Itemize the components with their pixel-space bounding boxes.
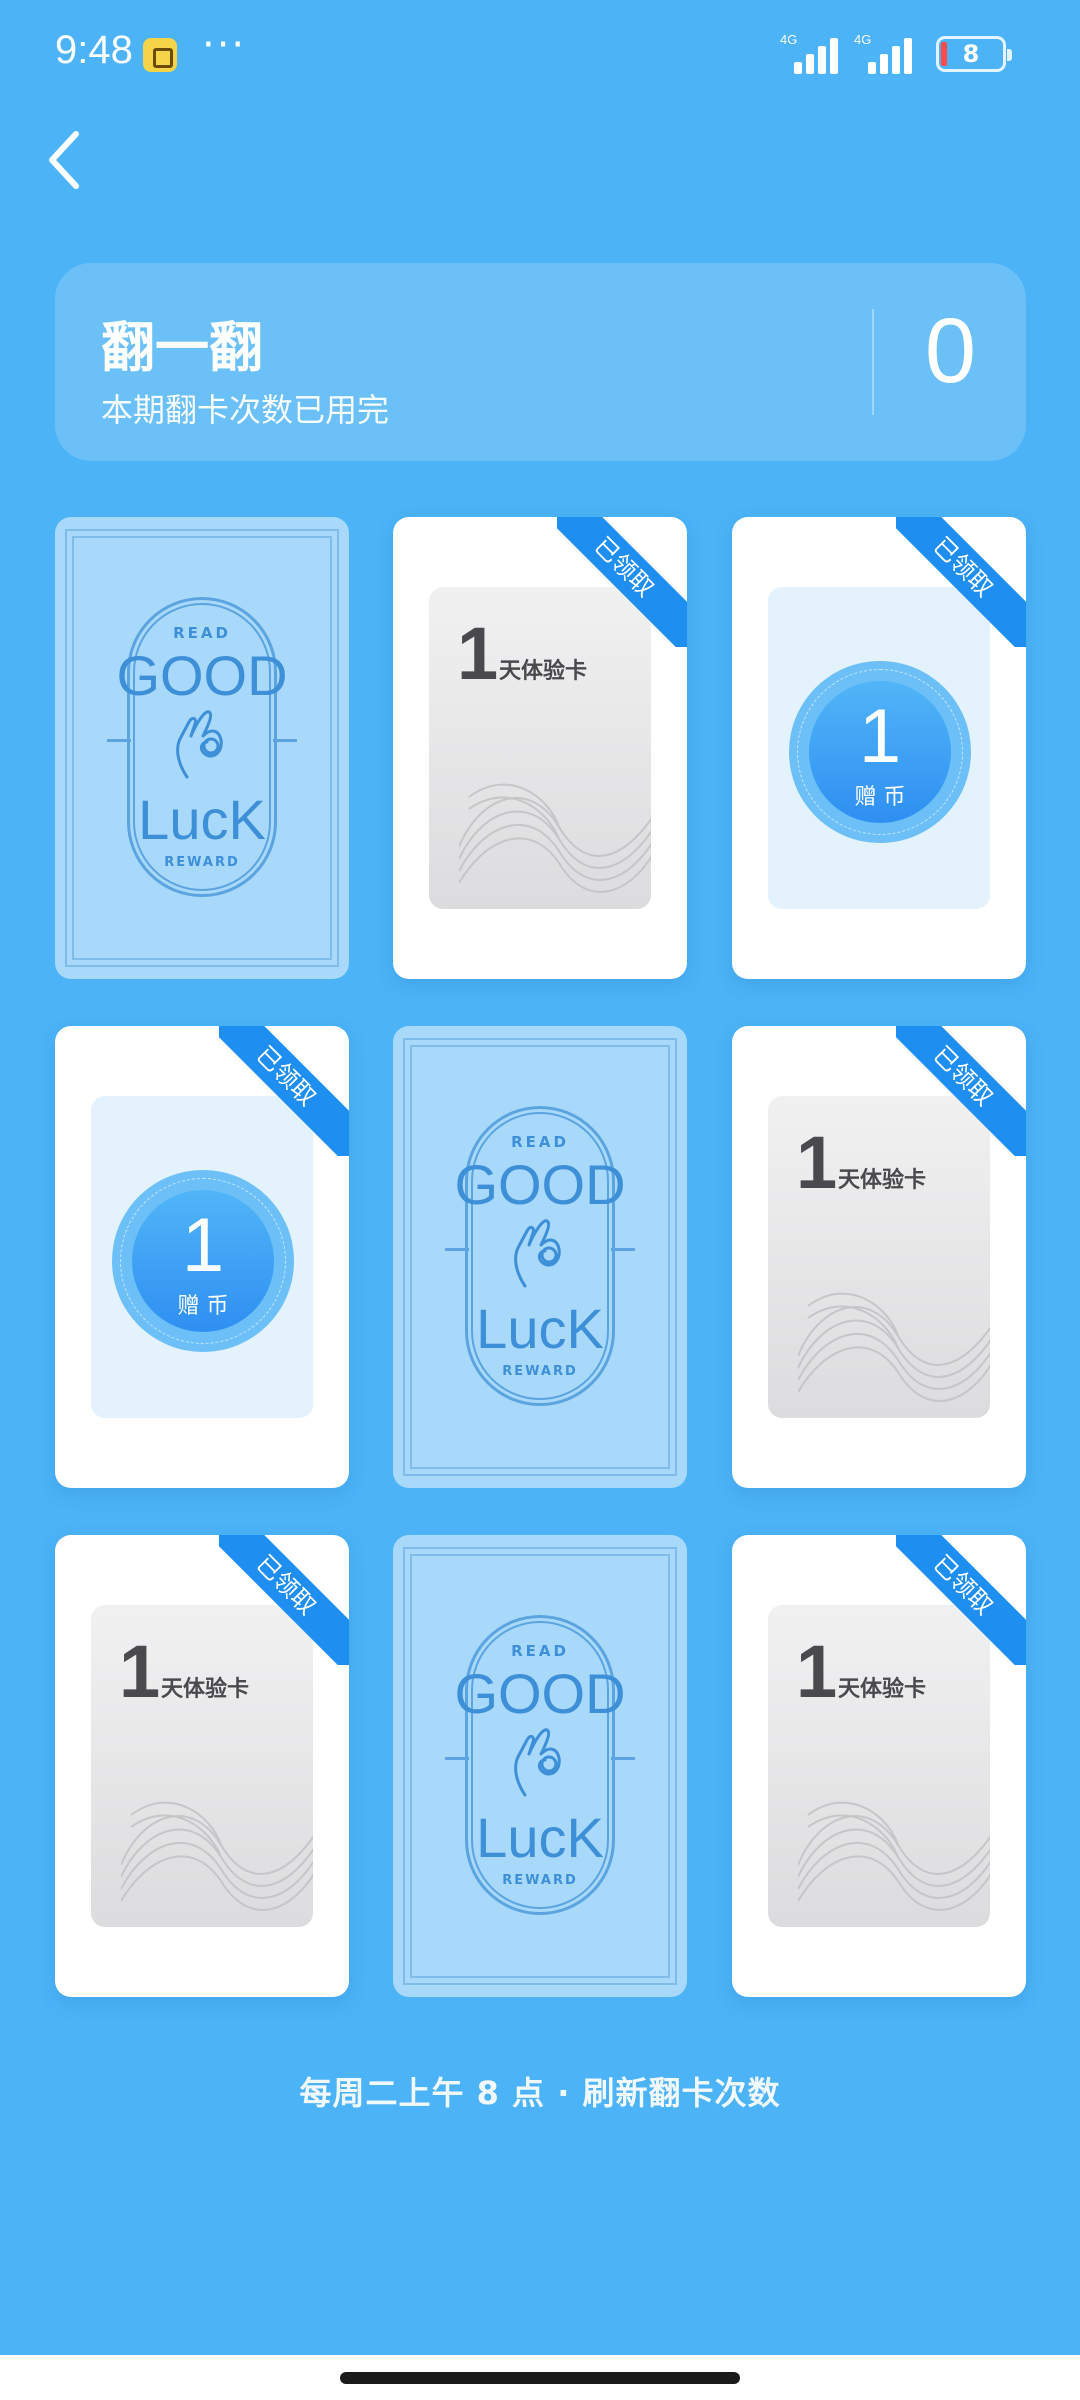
reward-label: 赠 币: [177, 1294, 229, 1319]
card-trial-reward[interactable]: 1 天体验卡 已领取: [732, 1026, 1026, 1488]
battery-icon: 8: [936, 36, 1012, 72]
flip-summary-card: 翻一翻 本期翻卡次数已用完 0: [55, 263, 1026, 461]
coin-face: 1 赠 币: [132, 1190, 274, 1332]
infinity-pattern-icon: [459, 783, 651, 893]
emblem-good-text: GOOD: [454, 1153, 626, 1216]
ok-hand-icon: [176, 710, 223, 779]
coin-face: 1 赠 币: [809, 681, 951, 823]
reward-amount: 1: [181, 1203, 225, 1288]
refresh-schedule-text: 每周二上午 8 点 · 刷新翻卡次数: [299, 2074, 781, 2112]
claimed-badge: 已领取: [557, 517, 687, 647]
card-face-down[interactable]: READ GOOD LucK REWARD: [393, 1535, 687, 1997]
reward-label: 天体验卡: [499, 659, 588, 684]
emblem-reward-text: REWARD: [502, 1364, 578, 1379]
emblem-good-text: GOOD: [454, 1662, 626, 1725]
remaining-status-text: 本期翻卡次数已用完: [101, 391, 390, 429]
claimed-badge: 已领取: [896, 517, 1026, 647]
home-indicator[interactable]: [340, 2372, 740, 2384]
emblem-reward-text: REWARD: [502, 1873, 578, 1888]
card-coin-reward[interactable]: 1 赠 币 已领取: [55, 1026, 349, 1488]
claimed-badge-text: 已领取: [219, 1026, 349, 1156]
claimed-badge: 已领取: [896, 1026, 1026, 1156]
infinity-pattern-icon: [798, 1801, 990, 1911]
ok-hand-icon: [514, 1728, 561, 1797]
signal-icon-1: 4G: [780, 32, 842, 74]
reward-label: 天体验卡: [161, 1677, 250, 1702]
emblem-reward-text: REWARD: [164, 855, 240, 870]
emblem-line: [611, 1757, 635, 1760]
emblem-line: [445, 1248, 469, 1251]
infinity-pattern-icon: [121, 1801, 313, 1911]
remaining-count: 0: [924, 300, 977, 402]
card-trial-reward[interactable]: 1 天体验卡 已领取: [393, 517, 687, 979]
emblem-good-text: GOOD: [116, 644, 288, 707]
claimed-badge: 已领取: [219, 1535, 349, 1665]
infinity-pattern-icon: [798, 1292, 990, 1402]
emblem-read-text: READ: [173, 624, 231, 642]
lock-bag-icon: [143, 38, 177, 72]
reward-amount: 1: [457, 612, 499, 695]
emblem-read-text: READ: [511, 1133, 569, 1151]
reward-amount: 1: [858, 694, 902, 779]
back-button[interactable]: [40, 120, 110, 200]
emblem-luck-text: LucK: [138, 788, 266, 851]
card-coin-reward[interactable]: 1 赠 币 已领取: [732, 517, 1026, 979]
emblem-luck-text: LucK: [476, 1297, 604, 1360]
emblem-read-text: READ: [511, 1642, 569, 1660]
battery-level: 8: [962, 40, 980, 68]
card-trial-reward[interactable]: 1 天体验卡 已领取: [732, 1535, 1026, 1997]
card-trial-reward[interactable]: 1 天体验卡 已领取: [55, 1535, 349, 1997]
page-title: 翻一翻: [101, 315, 263, 379]
emblem-line: [611, 1248, 635, 1251]
signal-icon-2: 4G: [854, 32, 916, 74]
claimed-badge-text: 已领取: [219, 1535, 349, 1665]
card-face-down[interactable]: READ GOOD LucK REWARD: [393, 1026, 687, 1488]
divider: [872, 309, 874, 415]
chevron-left-icon: [49, 131, 79, 189]
more-notifications-icon: ···: [202, 22, 247, 68]
claimed-badge-text: 已领取: [896, 1535, 1026, 1665]
claimed-badge: 已领取: [896, 1535, 1026, 1665]
emblem-line: [273, 739, 297, 742]
coin-icon: 1 赠 币: [112, 1170, 294, 1352]
emblem-line: [445, 1757, 469, 1760]
coin-icon: 1 赠 币: [789, 661, 971, 843]
emblem-line: [107, 739, 131, 742]
status-bar: 9:48 ··· 4G 4G 8: [0, 0, 1080, 110]
reward-amount: 1: [119, 1630, 161, 1713]
reward-label: 赠 币: [854, 785, 906, 810]
reward-label: 天体验卡: [838, 1168, 927, 1193]
card-face-down[interactable]: READ GOOD LucK REWARD: [55, 517, 349, 979]
status-time: 9:48: [55, 28, 133, 72]
reward-amount: 1: [796, 1630, 838, 1713]
reward-label: 天体验卡: [838, 1677, 927, 1702]
claimed-badge-text: 已领取: [896, 1026, 1026, 1156]
ok-hand-icon: [514, 1219, 561, 1288]
claimed-badge-text: 已领取: [896, 517, 1026, 647]
emblem-luck-text: LucK: [476, 1806, 604, 1869]
reward-amount: 1: [796, 1121, 838, 1204]
claimed-badge: 已领取: [219, 1026, 349, 1156]
claimed-badge-text: 已领取: [557, 517, 687, 647]
